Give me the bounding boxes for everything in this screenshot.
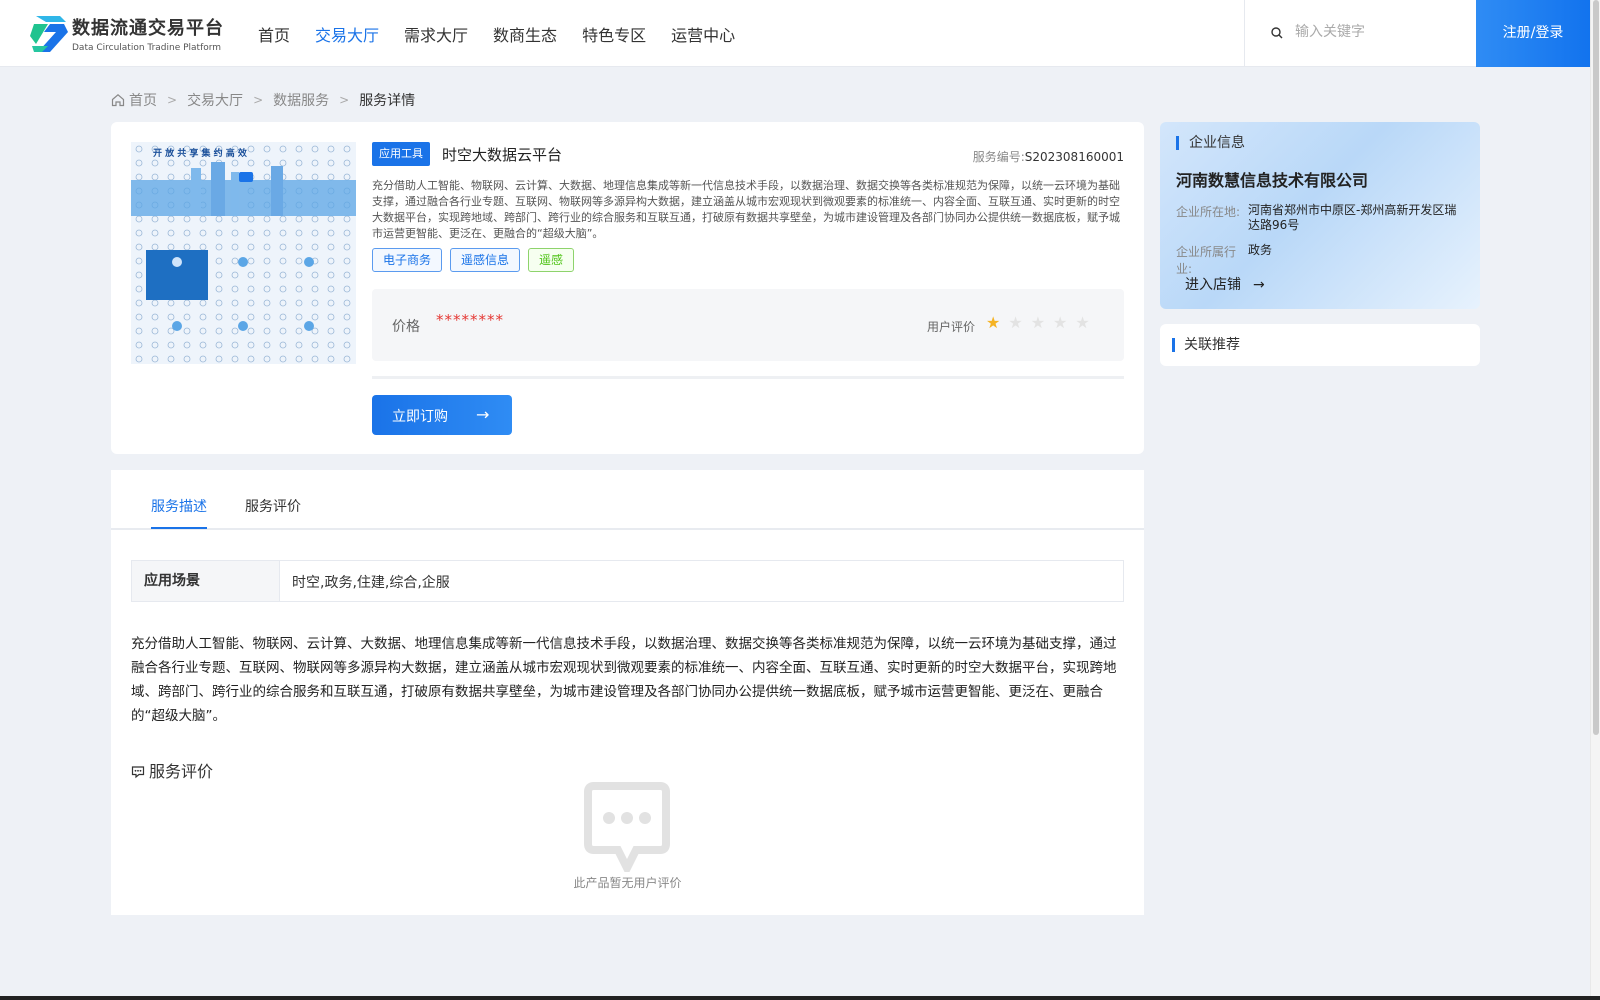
breadcrumb: 首页 > 交易大厅 > 数据服务 > 服务详情 <box>111 90 415 110</box>
tab-service-evaluation[interactable]: 服务评价 <box>245 496 301 516</box>
logo-title: 数据流通交易平台 <box>72 18 224 39</box>
page-scrollbar[interactable] <box>1590 0 1600 1000</box>
nav-featured-zone[interactable]: 特色专区 <box>582 22 646 46</box>
star-icon[interactable]: ★ <box>1031 315 1045 331</box>
home-icon[interactable] <box>111 93 125 107</box>
tag-item[interactable]: 电子商务 <box>372 248 443 272</box>
price-panel: 价格 ******** 用户评价 ★ ★ ★ ★ ★ <box>372 289 1124 361</box>
evaluation-title: 服务评价 <box>149 762 214 781</box>
service-number-label: 服务编号: <box>972 150 1025 164</box>
thumbnail-caption: 开 放 共 享 集 约 高 效 <box>153 149 247 159</box>
empty-evaluation-text: 此产品暂无用户评价 <box>573 876 682 890</box>
star-icon[interactable]: ★ <box>1053 315 1067 331</box>
price-label: 价格 <box>392 319 420 335</box>
chevron-right-icon: > <box>339 93 350 107</box>
company-location-row: 企业所在地: 河南省郑州市中原区-郑州高新开发区瑞达路96号 <box>1176 203 1458 233</box>
nav-operation-center[interactable]: 运营中心 <box>671 22 735 46</box>
company-industry-label: 企业所属行业: <box>1176 245 1237 276</box>
comment-icon <box>131 766 145 779</box>
search-input[interactable] <box>1295 20 1465 44</box>
nav-ecosystem[interactable]: 数商生态 <box>493 22 557 46</box>
product-card: 开 放 共 享 集 约 高 效 应用工具 时空大数据云平台 服务编号:S2023… <box>111 122 1144 454</box>
company-industry: 政务 <box>1248 243 1273 257</box>
order-now-button[interactable]: 立即订购 → <box>372 395 512 435</box>
arrow-right-icon: → <box>1253 277 1265 293</box>
star-icon[interactable]: ★ <box>1008 315 1022 331</box>
company-info-card: 企业信息 河南数慧信息技术有限公司 企业所在地: 河南省郑州市中原区-郑州高新开… <box>1160 122 1480 309</box>
breadcrumb-home[interactable]: 首页 <box>129 90 157 110</box>
order-now-label: 立即订购 <box>392 409 448 425</box>
application-scene-row: 应用场景 时空,政务,住建,综合,企服 <box>131 560 1124 602</box>
scrollbar-thumb[interactable] <box>1593 0 1599 735</box>
star-rating[interactable]: ★ ★ ★ ★ ★ <box>986 315 1090 331</box>
empty-comment-icon <box>584 782 670 872</box>
main-nav: 首页 交易大厅 需求大厅 数商生态 特色专区 运营中心 <box>258 22 760 46</box>
company-location: 河南省郑州市中原区-郑州高新开发区瑞达路96号 <box>1248 203 1457 232</box>
chevron-right-icon: > <box>253 93 264 107</box>
logo-subtitle: Data Circulation Tradine Platform <box>72 43 222 53</box>
related-recommendations: 关联推荐 <box>1160 324 1480 366</box>
search-icon[interactable] <box>1271 27 1283 39</box>
nav-home[interactable]: 首页 <box>258 22 290 46</box>
nav-trading-hall[interactable]: 交易大厅 <box>315 22 379 46</box>
breadcrumb-trading-hall[interactable]: 交易大厅 <box>187 90 243 110</box>
service-number: 服务编号:S202308160001 <box>973 148 1124 165</box>
arrow-right-icon: → <box>476 405 490 424</box>
nav-demand-hall[interactable]: 需求大厅 <box>404 22 468 46</box>
site-logo[interactable]: 数据流通交易平台 Data Circulation Tradine Platfo… <box>30 14 230 56</box>
register-login-button[interactable]: 注册/登录 <box>1476 0 1590 67</box>
service-number-value: S202308160001 <box>1024 150 1124 164</box>
company-industry-row: 企业所属行业: 政务 <box>1176 243 1458 277</box>
divider <box>372 376 1124 379</box>
category-badge: 应用工具 <box>372 142 430 166</box>
breadcrumb-data-service[interactable]: 数据服务 <box>273 90 329 110</box>
bottom-edge <box>0 996 1600 1000</box>
chevron-right-icon: > <box>167 93 178 107</box>
tab-service-description[interactable]: 服务描述 <box>151 496 207 516</box>
price-value: ******** <box>436 311 504 329</box>
star-icon[interactable]: ★ <box>1075 315 1089 331</box>
enter-store-button[interactable]: 进入店铺 → <box>1185 274 1265 294</box>
company-name: 河南数慧信息技术有限公司 <box>1176 171 1369 190</box>
evaluation-heading: 服务评价 <box>131 758 213 782</box>
tag-item[interactable]: 遥感信息 <box>450 248 521 272</box>
tag-list: 电子商务 遥感信息 遥感 <box>372 248 575 272</box>
enter-store-label: 进入店铺 <box>1185 277 1241 293</box>
product-thumbnail: 开 放 共 享 集 约 高 效 <box>131 142 356 364</box>
active-tab-indicator <box>151 527 207 529</box>
company-info-heading: 企业信息 <box>1176 136 1245 150</box>
detail-tabs: 服务描述 服务评价 <box>111 470 1144 530</box>
rating-label: 用户评价 <box>927 320 976 334</box>
product-title: 时空大数据云平台 <box>442 146 563 164</box>
service-description-text: 充分借助人工智能、物联网、云计算、大数据、地理信息集成等新一代信息技术手段，以数… <box>131 636 1117 724</box>
detail-panel: 服务描述 服务评价 应用场景 时空,政务,住建,综合,企服 充分借助人工智能、物… <box>111 470 1144 915</box>
top-header: 数据流通交易平台 Data Circulation Tradine Platfo… <box>0 0 1590 67</box>
tag-item[interactable]: 遥感 <box>528 248 575 272</box>
star-icon[interactable]: ★ <box>986 315 1000 331</box>
logo-icon <box>30 16 68 52</box>
related-heading: 关联推荐 <box>1172 338 1240 352</box>
scene-label: 应用场景 <box>132 561 280 601</box>
product-description: 充分借助人工智能、物联网、云计算、大数据、地理信息集成等新一代信息技术手段，以数… <box>372 179 1120 240</box>
search-box <box>1244 0 1476 67</box>
scene-value: 时空,政务,住建,综合,企服 <box>292 575 450 591</box>
company-location-label: 企业所在地: <box>1176 205 1241 219</box>
breadcrumb-current: 服务详情 <box>359 93 416 109</box>
